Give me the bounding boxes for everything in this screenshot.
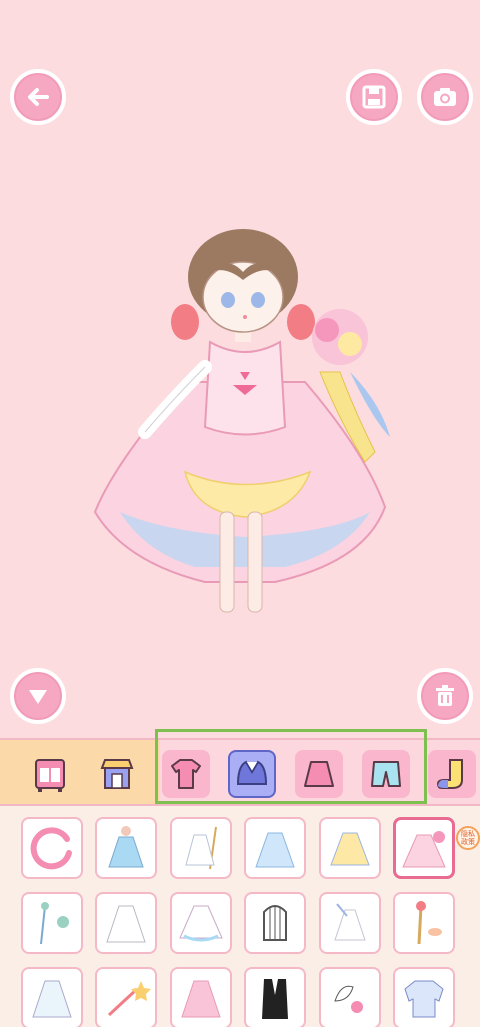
wardrobe-category-button[interactable] — [26, 750, 74, 798]
item-cell[interactable] — [170, 967, 232, 1027]
reset-icon — [30, 827, 72, 870]
item-cell[interactable] — [319, 817, 381, 879]
delete-button[interactable] — [417, 668, 473, 724]
item-cell[interactable] — [244, 817, 306, 879]
lace-dress-icon — [32, 980, 72, 1018]
wedding-dress-icon — [106, 905, 146, 943]
item-cell[interactable] — [21, 892, 83, 954]
blouse-icon — [404, 980, 444, 1018]
socks-category-tab[interactable] — [428, 750, 476, 798]
item-cell[interactable] — [170, 892, 232, 954]
back-button[interactable] — [10, 69, 66, 125]
tutorial-highlight — [155, 729, 427, 804]
reset-item[interactable] — [21, 817, 83, 879]
wand-icon — [40, 902, 69, 945]
item-cell[interactable] — [244, 892, 306, 954]
pink-gown-icon — [402, 831, 446, 868]
collapse-button[interactable] — [10, 668, 66, 724]
candy-dress-icon — [181, 980, 221, 1018]
floppy-disk-icon — [362, 85, 386, 109]
item-cell-selected[interactable] — [393, 817, 455, 879]
items-grid — [0, 806, 480, 1027]
privacy-policy-badge[interactable]: 隐私 政策 — [456, 826, 480, 850]
item-cell[interactable] — [319, 967, 381, 1027]
white-dress-icon — [185, 826, 217, 870]
star-wand-icon — [107, 981, 151, 1017]
dressed-character[interactable] — [85, 222, 400, 622]
privacy-badge-line1: 隐私 — [461, 830, 475, 838]
camera-icon — [434, 88, 456, 106]
yellow-dress-icon — [330, 832, 370, 866]
wardrobe-icon — [35, 759, 65, 792]
shop-category-button[interactable] — [93, 750, 141, 798]
item-cell[interactable] — [95, 967, 157, 1027]
item-cell[interactable] — [393, 892, 455, 954]
save-button[interactable] — [346, 69, 402, 125]
camera-button[interactable] — [417, 69, 473, 125]
item-cell[interactable] — [95, 817, 157, 879]
trash-icon — [436, 685, 454, 706]
item-cell[interactable] — [393, 967, 455, 1027]
item-cell[interactable] — [319, 892, 381, 954]
cage-icon — [263, 905, 287, 941]
blue-dress-icon — [108, 826, 144, 868]
tulle-gown-icon — [179, 905, 223, 942]
accessory-icon — [334, 985, 363, 1013]
tuxedo-icon — [262, 979, 288, 1019]
item-cell[interactable] — [244, 967, 306, 1027]
ice-dress-icon — [255, 832, 295, 868]
triangle-down-icon — [29, 690, 47, 704]
item-cell[interactable] — [95, 892, 157, 954]
item-cell[interactable] — [170, 817, 232, 879]
shop-icon — [100, 759, 134, 789]
arrow-left-icon — [28, 88, 49, 106]
fairy-dress-icon — [334, 903, 366, 941]
item-cell[interactable] — [21, 967, 83, 1027]
dressing-stage — [0, 0, 480, 738]
scepter-icon — [416, 901, 442, 945]
sock-icon — [436, 759, 463, 789]
privacy-badge-line2: 政策 — [461, 838, 475, 846]
